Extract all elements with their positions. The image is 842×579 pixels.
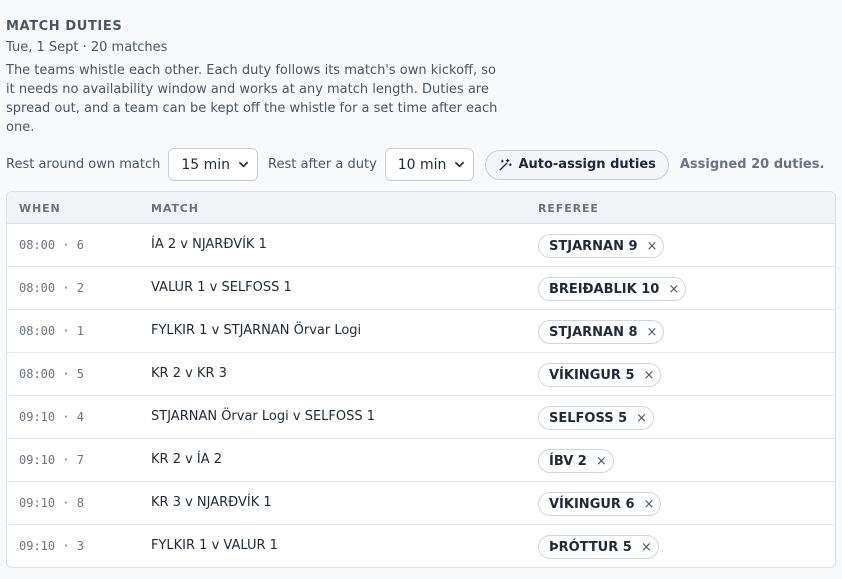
assignment-status: Assigned 20 duties. [679,157,825,172]
rest-after-duty-value: 10 min [397,156,447,173]
rest-own-match-select[interactable]: 15 min [168,148,259,181]
auto-assign-duties-button[interactable]: Auto-assign duties [485,149,669,180]
match-name: FYLKIR 1 v VALUR 1 [151,538,278,553]
page-description: The teams whistle each other. Each duty … [6,63,498,135]
match-name: KR 2 v ÍA 2 [151,452,223,467]
duty-controls: Rest around own match 15 min Rest after … [6,148,836,181]
column-match: MATCH [151,202,199,215]
table-row: 09:10 · 4 STJARNAN Örvar Logi v SELFOSS 1… [7,396,835,439]
match-time: 08:00 · 1 [19,324,85,338]
page-subtitle: Tue, 1 Sept · 20 matches [6,40,168,55]
referee-chip: VÍKINGUR 5 × [538,363,662,387]
table-row: 08:00 · 6 ÍA 2 v NJARÐVÍK 1 STJARNAN 9 × [7,224,835,267]
magic-wand-icon [499,158,513,171]
table-row: 09:10 · 7 KR 2 v ÍA 2 ÍBV 2 × [7,439,835,482]
table-row: 09:10 · 3 FYLKIR 1 v VALUR 1 ÞRÓTTUR 5 × [7,525,835,567]
chevron-down-icon [455,161,465,168]
match-time: 09:10 · 4 [19,410,85,424]
referee-name: ÍBV 2 [549,453,587,469]
referee-chip: BREIÐABLIK 10 × [538,277,687,301]
referee-name: VÍKINGUR 5 [549,367,635,383]
page-title: MATCH DUTIES [6,19,123,34]
rest-own-match-value: 15 min [181,156,231,173]
close-icon[interactable]: × [647,239,658,254]
referee-chip: ÍBV 2 × [538,449,614,473]
table-row: 09:10 · 8 KR 3 v NJARÐVÍK 1 VÍKINGUR 6 × [7,482,835,525]
referee-chip: STJARNAN 8 × [538,320,665,344]
referee-name: STJARNAN 9 [549,238,638,254]
match-time: 09:10 · 3 [19,539,85,553]
duties-table: WHEN MATCH REFEREE 08:00 · 6 ÍA 2 v NJARÐ… [6,191,836,568]
table-row: 08:00 · 1 FYLKIR 1 v STJARNAN Örvar Logi S… [7,310,835,353]
referee-name: VÍKINGUR 6 [549,496,635,512]
close-icon[interactable]: × [647,325,658,340]
chevron-down-icon [239,161,249,168]
table-header: WHEN MATCH REFEREE [7,192,835,224]
match-time: 09:10 · 8 [19,496,85,510]
rest-after-duty-select[interactable]: 10 min [384,148,475,181]
match-time: 09:10 · 7 [19,453,85,467]
rest-after-duty-label: Rest after a duty [268,157,377,172]
close-icon[interactable]: × [636,411,647,426]
match-name: KR 2 v KR 3 [151,366,227,381]
close-icon[interactable]: × [644,368,655,383]
match-name: FYLKIR 1 v STJARNAN Örvar Logi [151,323,362,338]
match-time: 08:00 · 6 [19,238,85,252]
referee-name: STJARNAN 8 [549,324,638,340]
rest-own-match-label: Rest around own match [6,157,161,172]
match-time: 08:00 · 5 [19,367,85,381]
auto-assign-label: Auto-assign duties [518,157,656,172]
close-icon[interactable]: × [596,454,607,469]
match-name: KR 3 v NJARÐVÍK 1 [151,495,272,510]
match-name: VALUR 1 v SELFOSS 1 [151,280,292,295]
close-icon[interactable]: × [641,540,652,555]
table-body: 08:00 · 6 ÍA 2 v NJARÐVÍK 1 STJARNAN 9 × 08:… [7,224,835,567]
referee-chip: SELFOSS 5 × [538,406,655,430]
referee-name: BREIÐABLIK 10 [549,281,660,297]
column-referee: REFEREE [538,202,599,215]
referee-chip: ÞRÓTTUR 5 × [538,535,659,559]
column-when: WHEN [19,202,61,215]
referee-name: SELFOSS 5 [549,410,628,426]
referee-chip: STJARNAN 9 × [538,234,665,258]
match-name: ÍA 2 v NJARÐVÍK 1 [151,237,267,252]
match-name: STJARNAN Örvar Logi v SELFOSS 1 [151,409,376,424]
referee-chip: VÍKINGUR 6 × [538,492,662,516]
table-row: 08:00 · 5 KR 2 v KR 3 VÍKINGUR 5 × [7,353,835,396]
close-icon[interactable]: × [668,282,679,297]
table-row: 08:00 · 2 VALUR 1 v SELFOSS 1 BREIÐABLIK 1… [7,267,835,310]
referee-name: ÞRÓTTUR 5 [549,539,632,555]
close-icon[interactable]: × [644,497,655,512]
match-time: 08:00 · 2 [19,281,85,295]
